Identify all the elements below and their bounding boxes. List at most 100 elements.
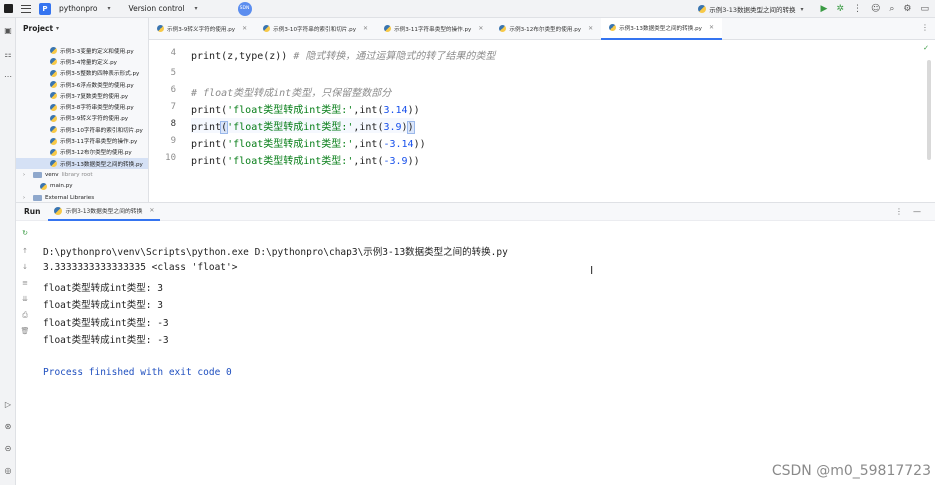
- run-panel-title[interactable]: Run: [16, 207, 48, 216]
- search-icon[interactable]: ⌕: [889, 4, 894, 14]
- tab-actions-icon[interactable]: ⋮: [921, 23, 929, 32]
- tree-item-file[interactable]: 示例3-12布尔类型的使用.py: [16, 147, 148, 158]
- code-line-4: print(z,type(z)) # 隐式转换，通过运算隐式的转了结果的类型: [191, 47, 495, 62]
- trash-icon[interactable]: 🗑: [20, 327, 30, 335]
- editor-scrollbar[interactable]: [927, 60, 931, 160]
- tree-item-file-selected[interactable]: 示例3-13数据类型之间的转换.py: [16, 157, 148, 170]
- version-control-menu[interactable]: Version control: [129, 4, 185, 13]
- tab-label: 示例3-10字符串的索引和切片.py: [273, 26, 357, 33]
- editor-tab[interactable]: 示例3-10字符串的索引和切片.py ✕: [255, 18, 376, 40]
- code-editor[interactable]: 4 5 6 7 8 9 10 print(z,type(z)) # 隐式转换，通…: [149, 40, 935, 186]
- editor-tab[interactable]: 示例3-11字符串类型的操作.py ✕: [376, 18, 491, 40]
- more-icon[interactable]: ⋮: [895, 207, 903, 216]
- chevron-right-icon[interactable]: ›: [23, 195, 29, 201]
- folder-icon: [33, 171, 42, 178]
- more-icon[interactable]: ⋮: [853, 4, 862, 14]
- code-text: ,int(: [353, 156, 384, 167]
- tab-label: 示例3-12布尔类型的使用.py: [509, 26, 582, 33]
- chevron-down-icon[interactable]: ▾: [195, 5, 198, 12]
- tree-item-label: 示例3-6浮点数类型的使用.py: [60, 82, 134, 89]
- console-line: float类型转成int类型: -3: [43, 335, 169, 346]
- window-minimize-icon[interactable]: ▭: [920, 4, 929, 14]
- python-file-icon: [50, 92, 57, 100]
- services-icon[interactable]: ◎: [3, 466, 13, 476]
- close-icon[interactable]: ✕: [363, 25, 368, 32]
- editor-tabs: 示例3-9转义字符的使用.py ✕ 示例3-10字符串的索引和切片.py ✕ 示例3…: [149, 17, 935, 40]
- code-text: ,int(: [353, 122, 384, 133]
- project-name[interactable]: pythonpro: [59, 4, 98, 13]
- editor-tab[interactable]: 示例3-9转义字符的使用.py ✕: [149, 18, 255, 40]
- tree-item-file[interactable]: 示例3-7复数类型的使用.py: [16, 90, 148, 101]
- text-cursor-icon: I: [590, 264, 594, 277]
- soft-wrap-icon[interactable]: ≡: [20, 279, 30, 287]
- tree-item-file[interactable]: 示例3-6浮点数类型的使用.py: [16, 79, 148, 90]
- python-file-icon: [54, 206, 63, 215]
- line-number: 6: [170, 85, 176, 95]
- tree-item-label: main.py: [50, 183, 73, 190]
- inspection-ok-icon[interactable]: ✓: [923, 44, 929, 52]
- line-number: 8: [170, 119, 176, 129]
- tree-item-label: 示例3-9转义字符的使用.py: [60, 116, 129, 123]
- run-config-selector[interactable]: 示例3-13数据类型之间的转换 ▾: [698, 4, 804, 14]
- code-string: 'float类型转成int类型:': [227, 122, 354, 133]
- user-icon[interactable]: ☺: [871, 4, 880, 14]
- code-string: 'float类型转成int类型:': [227, 105, 354, 116]
- run-tool-icon[interactable]: ▷: [3, 400, 13, 410]
- title-bar-right: 示例3-13数据类型之间的转换 ▾ ▶ ✲ ⋮ ☺ ⌕ ⚙ ▭: [698, 0, 929, 18]
- line-number: 5: [170, 68, 176, 78]
- tree-item-file[interactable]: 示例3-5整数的四种表示形式.py: [16, 68, 148, 79]
- scroll-to-end-icon[interactable]: ⇊: [20, 295, 30, 303]
- library-root-note: library root: [61, 171, 93, 178]
- line-number: 10: [165, 153, 176, 163]
- up-arrow-icon[interactable]: ↑: [20, 247, 30, 255]
- chevron-down-icon[interactable]: ▾: [108, 5, 111, 12]
- close-icon[interactable]: ✕: [709, 24, 714, 31]
- line-number: 4: [170, 48, 176, 58]
- tree-item-file[interactable]: 示例3-10字符串的索引和切片.py: [16, 124, 148, 135]
- run-icon[interactable]: ▶: [821, 4, 828, 14]
- console-line: 3.3333333333333335 <class 'float'>: [43, 262, 238, 273]
- rerun-icon[interactable]: ↻: [20, 229, 30, 237]
- python-console-icon[interactable]: ⊝: [3, 444, 13, 454]
- line-number-gutter: 4 5 6 7 8 9 10: [149, 40, 185, 186]
- tree-item-file[interactable]: 示例3-9转义字符的使用.py: [16, 113, 148, 124]
- minimize-icon[interactable]: —: [913, 207, 921, 216]
- python-file-icon: [50, 69, 57, 77]
- tree-item-file[interactable]: 示例3-8字符串类型的使用.py: [16, 101, 148, 112]
- down-arrow-icon[interactable]: ↓: [20, 263, 30, 271]
- tree-item-venv[interactable]: › venv library root: [16, 169, 148, 180]
- matched-bracket: ): [406, 121, 415, 134]
- debug-icon[interactable]: ✲: [836, 4, 844, 14]
- tab-label: 示例3-13数据类型之间的转换.py: [619, 25, 702, 32]
- project-tool-icon[interactable]: ▣: [3, 26, 13, 36]
- run-toolbar: ↻ ↑ ↓ ≡ ⇊ ⎙ 🗑: [16, 221, 34, 485]
- settings-icon[interactable]: ⚙: [903, 4, 911, 14]
- print-icon[interactable]: ⎙: [20, 311, 30, 320]
- chevron-right-icon[interactable]: ›: [23, 172, 29, 178]
- close-icon[interactable]: ✕: [149, 207, 154, 214]
- project-panel-title: Project: [23, 23, 54, 33]
- editor-tab-active[interactable]: 示例3-13数据类型之间的转换.py ✕: [601, 17, 722, 40]
- project-badge[interactable]: P: [39, 2, 51, 15]
- tree-item-file[interactable]: 示例3-11字符串类型的操作.py: [16, 135, 148, 146]
- python-packages-icon[interactable]: ⊛: [3, 422, 13, 432]
- project-panel-header[interactable]: Project ▾: [16, 18, 148, 38]
- tree-item-file[interactable]: 示例3-4常量的定义.py: [16, 56, 148, 67]
- tree-item-external-libraries[interactable]: › External Libraries: [16, 192, 148, 202]
- structure-tool-icon[interactable]: ⚏: [3, 50, 13, 60]
- tree-item-file[interactable]: 示例3-3变量的定义和使用.py: [16, 45, 148, 56]
- chevron-down-icon: ▾: [800, 5, 804, 13]
- python-file-icon: [50, 114, 57, 122]
- close-icon[interactable]: ✕: [242, 25, 247, 32]
- code-string: 'float类型转成int类型:': [227, 139, 354, 150]
- run-tab[interactable]: 示例3-13数据类型之间的转换 ✕: [48, 203, 161, 221]
- tree-item-label: 示例3-5整数的四种表示形式.py: [60, 71, 140, 78]
- console-exit-message: Process finished with exit code 0: [43, 367, 232, 378]
- editor-tab[interactable]: 示例3-12布尔类型的使用.py ✕: [491, 18, 601, 40]
- menu-icon[interactable]: [21, 4, 31, 13]
- tree-item-main[interactable]: main.py: [16, 181, 148, 192]
- close-icon[interactable]: ✕: [588, 25, 593, 32]
- python-file-icon: [40, 182, 47, 190]
- more-tools-icon[interactable]: ⋯: [3, 72, 13, 82]
- close-icon[interactable]: ✕: [478, 25, 483, 32]
